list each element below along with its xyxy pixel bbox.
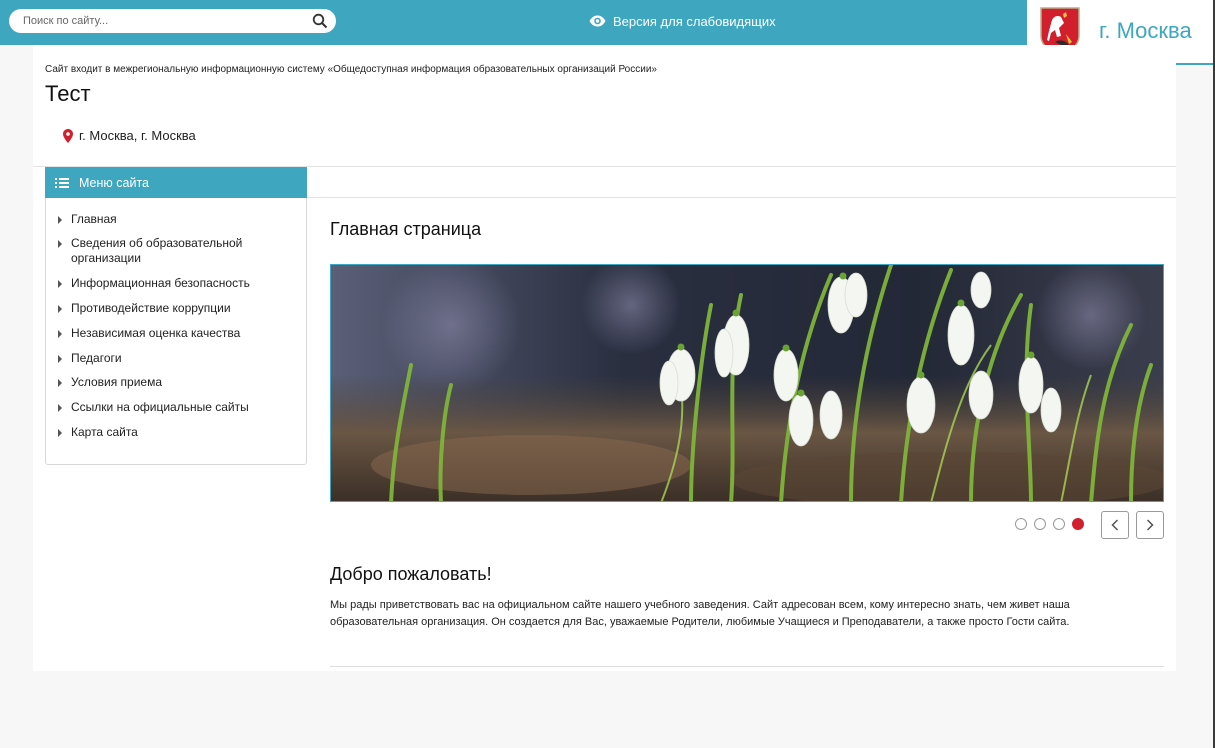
slider-dot[interactable] [1034, 518, 1046, 530]
slider-next-button[interactable] [1136, 511, 1164, 539]
site-title[interactable]: Тест [45, 81, 91, 107]
sidebar-item-label: Педагоги [71, 351, 122, 365]
sidebar-item-label: Карта сайта [71, 425, 138, 439]
location-pin-icon [63, 128, 73, 143]
chevron-right-icon [1146, 519, 1154, 531]
image-slider[interactable] [330, 264, 1164, 502]
caret-right-icon [58, 240, 62, 248]
site-menu-header[interactable]: Меню сайта [45, 167, 307, 198]
divider [307, 197, 1176, 198]
slider-dot[interactable] [1053, 518, 1065, 530]
caret-right-icon [58, 280, 62, 288]
city-name: г. Москва [1099, 18, 1192, 43]
site-menu: Главная Сведения об образовательной орга… [45, 198, 307, 465]
slider-dot-active[interactable] [1072, 518, 1084, 530]
site-address: г. Москва, г. Москва [63, 128, 196, 143]
slider-pagination [1015, 518, 1091, 530]
low-vision-version-link[interactable]: Версия для слабовидящих [589, 11, 776, 31]
sidebar-item-teachers[interactable]: Педагоги [58, 351, 298, 366]
caret-right-icon [58, 429, 62, 437]
page-heading: Главная страница [330, 219, 482, 239]
sidebar-item-main[interactable]: Главная [58, 212, 298, 227]
sidebar-item-quality-assessment[interactable]: Независимая оценка качества [58, 326, 298, 341]
system-notice: Сайт входит в межрегиональную информацио… [45, 64, 657, 75]
sidebar-item-sitemap[interactable]: Карта сайта [58, 425, 298, 440]
sidebar-item-anticorruption[interactable]: Противодействие коррупции [58, 301, 298, 316]
sidebar-item-official-links[interactable]: Ссылки на официальные сайты [58, 400, 298, 415]
caret-right-icon [58, 404, 62, 412]
welcome-heading: Добро пожаловать! [330, 564, 492, 584]
sidebar-item-label: Сведения об образовательной организации [71, 236, 243, 265]
caret-right-icon [58, 330, 62, 338]
sidebar-item-label: Противодействие коррупции [71, 301, 231, 315]
sidebar-item-label: Информационная безопасность [71, 276, 250, 290]
slider-dot[interactable] [1015, 518, 1027, 530]
search-box [9, 9, 336, 33]
caret-right-icon [58, 216, 62, 224]
slider-prev-button[interactable] [1101, 511, 1129, 539]
sidebar-item-info-security[interactable]: Информационная безопасность [58, 276, 298, 291]
search-icon[interactable] [312, 13, 328, 29]
caret-right-icon [58, 305, 62, 313]
chevron-left-icon [1111, 519, 1119, 531]
caret-right-icon [58, 379, 62, 387]
sidebar-item-org-info[interactable]: Сведения об образовательной организации [58, 236, 298, 266]
divider [330, 666, 1164, 667]
list-icon [55, 177, 69, 188]
low-vision-version-label: Версия для слабовидящих [613, 13, 776, 29]
sidebar-item-label: Условия приема [71, 375, 163, 389]
sidebar-item-label: Главная [71, 212, 117, 226]
site-menu-title: Меню сайта [79, 175, 149, 190]
sidebar-item-admission[interactable]: Условия приема [58, 375, 298, 390]
address-text: г. Москва, г. Москва [79, 128, 196, 143]
sidebar-item-label: Ссылки на официальные сайты [71, 400, 249, 414]
eye-icon [589, 15, 606, 27]
caret-right-icon [58, 355, 62, 363]
sidebar-item-label: Независимая оценка качества [71, 326, 241, 340]
page-container: Сайт входит в межрегиональную информацио… [33, 45, 1176, 671]
welcome-text: Мы рады приветствовать вас на официально… [330, 599, 1070, 628]
snowdrops-slide-image [331, 265, 1163, 501]
search-input[interactable] [23, 13, 303, 29]
